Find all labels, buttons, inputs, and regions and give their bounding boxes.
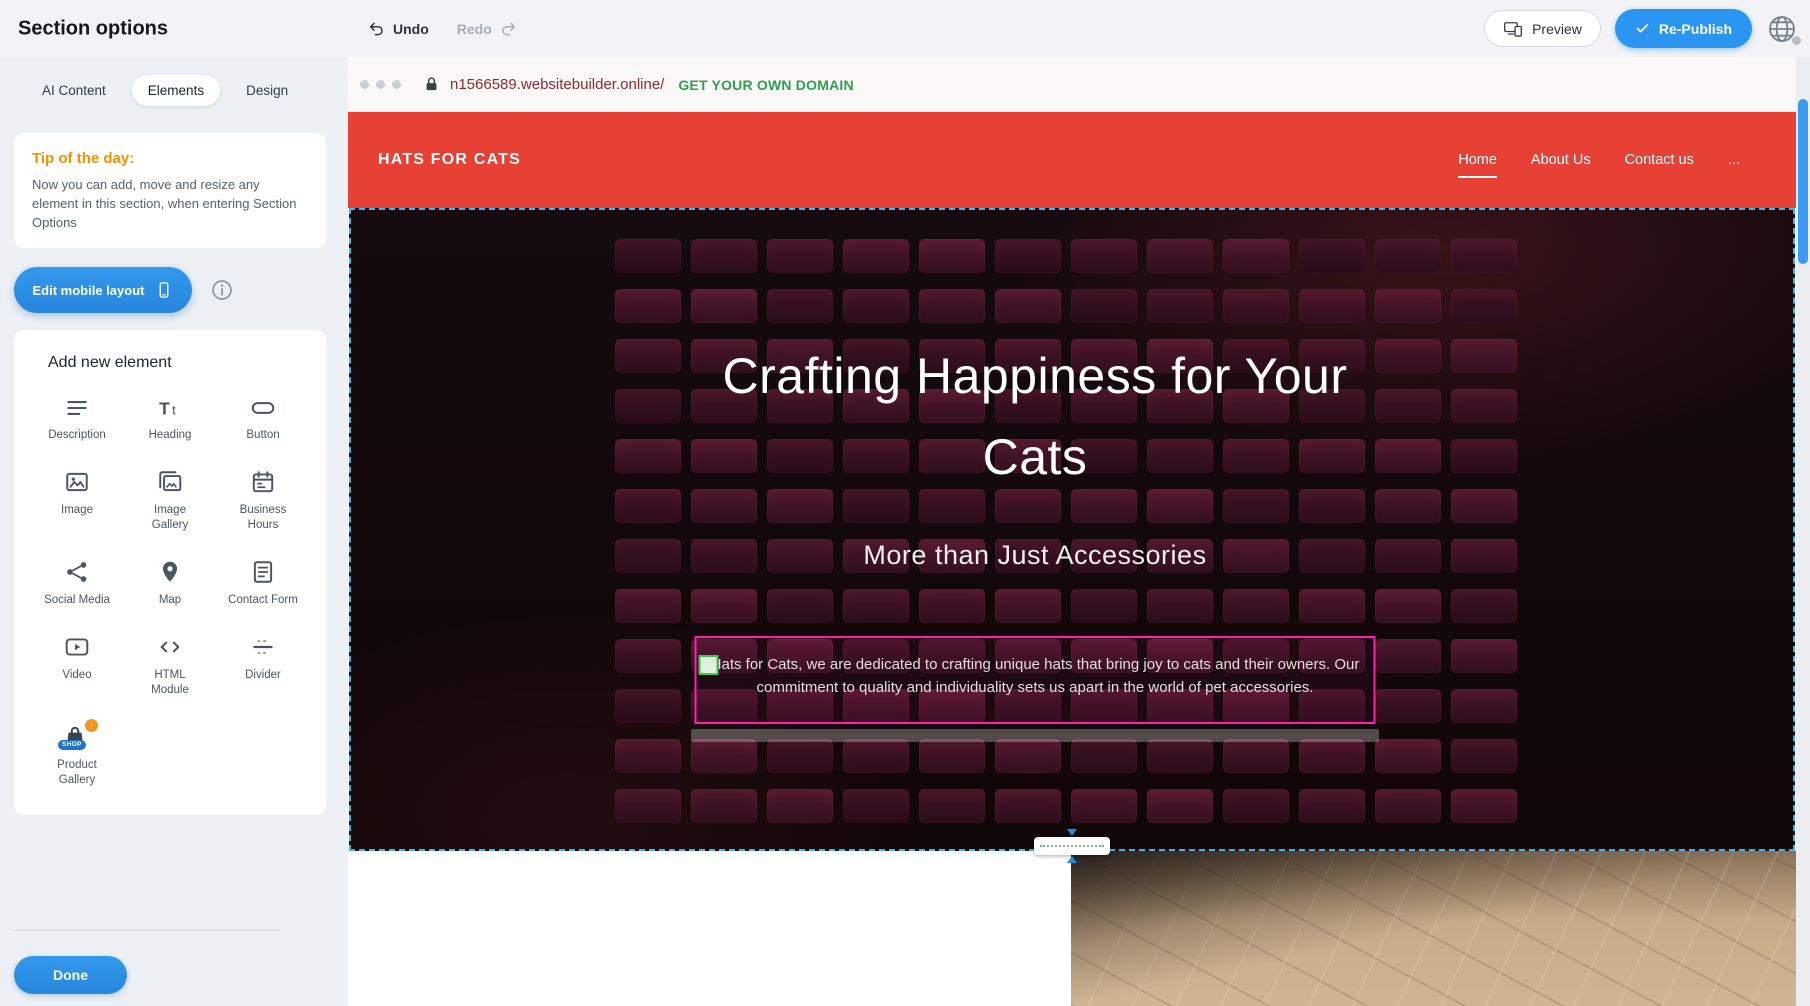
element-html-module[interactable]: HTML Module [124,634,217,698]
element-description[interactable]: Description [31,394,124,443]
svg-text:t: t [172,402,176,417]
add-new-element-panel: Add new element Description T t H [14,330,326,815]
element-video[interactable]: Video [31,634,124,698]
tab-design[interactable]: Design [230,75,304,106]
divider-icon [250,634,276,661]
image-icon [64,469,90,496]
edit-mobile-layout-button[interactable]: Edit mobile layout [14,267,192,313]
nav-contact-us[interactable]: Contact us [1625,152,1694,168]
tip-title: Tip of the day: [32,150,308,167]
nav-home[interactable]: Home [1458,152,1497,168]
svg-text:T: T [159,398,170,418]
section-resize-handle[interactable] [1034,829,1110,863]
social-media-icon [64,559,90,586]
hero-content: Crafting Happiness for Your Cats More th… [351,210,1719,849]
get-your-own-domain-link[interactable]: GET YOUR OWN DOMAIN [678,77,853,93]
browser-chrome-bar: n1566589.websitebuilder.online/ GET YOUR… [348,57,1796,112]
hero-subheadline[interactable]: More than Just Accessories [351,540,1719,571]
text-element-selected[interactable]: Hats for Cats, we are dedicated to craft… [695,636,1376,724]
site-header: HATS FOR CATS Home About Us Contact us .… [348,112,1796,208]
site-nav: Home About Us Contact us ... [1458,152,1740,168]
upgrade-badge: ↑ [85,719,98,732]
next-section [348,851,1796,1006]
resize-grip [1034,837,1110,855]
site-canvas: n1566589.websitebuilder.online/ GET YOUR… [348,57,1796,1006]
sidebar-divider [14,930,280,931]
redo-label: Redo [457,21,492,37]
app: Section options Undo Redo [0,0,1810,1006]
nav-more[interactable]: ... [1728,152,1740,168]
heading-icon: T t [157,394,183,421]
topbar: Section options Undo Redo [0,0,1810,57]
resize-arrow-up-icon [1067,856,1077,863]
redo-icon [499,20,517,38]
tip-body: Now you can add, move and resize any ele… [32,176,308,233]
hero-headline[interactable]: Crafting Happiness for Your Cats [715,336,1355,498]
tab-elements[interactable]: Elements [132,75,220,106]
drop-indicator [691,729,1379,742]
preview-label: Preview [1532,21,1582,37]
sidebar: AI Content Elements Design Tip of the da… [0,57,348,1006]
undo-redo-group: Undo Redo [368,0,517,57]
element-social-media[interactable]: Social Media [31,559,124,608]
element-drag-handle[interactable] [699,655,719,675]
element-grid: Description T t Heading Button [28,394,312,788]
site-logo[interactable]: HATS FOR CATS [378,151,521,169]
description-icon [64,394,90,421]
check-icon [1635,21,1650,36]
window-dots [360,80,401,89]
image-gallery-icon [157,469,183,496]
button-icon [250,394,276,421]
pavement-photo [1071,851,1796,1006]
page-title: Section options [18,17,168,40]
element-product-gallery[interactable]: SHOP ↑ Product Gallery [31,724,124,788]
language-globe-icon[interactable] [1766,13,1798,45]
element-heading[interactable]: T t Heading [124,394,217,443]
html-module-icon [157,634,183,661]
undo-button[interactable]: Undo [368,20,429,38]
undo-label: Undo [393,21,429,37]
element-button[interactable]: Button [217,394,310,443]
info-icon[interactable] [210,278,234,302]
shop-badge: SHOP [58,740,86,750]
element-divider[interactable]: Divider [217,634,310,698]
element-image-gallery[interactable]: Image Gallery [124,469,217,533]
undo-icon [368,20,386,38]
nav-about-us[interactable]: About Us [1531,152,1591,168]
redo-button[interactable]: Redo [457,20,517,38]
globe-badge [1792,36,1801,45]
lock-icon [423,76,440,93]
tab-ai-content[interactable]: AI Content [26,75,122,106]
product-gallery-icon: SHOP ↑ [62,724,92,751]
phone-icon [155,281,173,299]
scrollbar-thumb[interactable] [1798,99,1808,264]
done-button[interactable]: Done [14,956,127,994]
resize-arrow-down-icon [1067,829,1077,836]
business-hours-icon [250,469,276,496]
edit-mobile-label: Edit mobile layout [33,283,145,298]
scrollbar-track [1796,57,1810,1006]
element-contact-form[interactable]: Contact Form [217,559,310,608]
hero-body-text: Hats for Cats, we are dedicated to craft… [697,638,1374,700]
tip-of-the-day-card: Tip of the day: Now you can add, move an… [14,133,326,248]
republish-label: Re-Publish [1659,21,1732,37]
preview-button[interactable]: Preview [1484,10,1601,47]
sidebar-tabs: AI Content Elements Design [26,75,304,106]
element-business-hours[interactable]: Business Hours [217,469,310,533]
hero-section-selected[interactable]: Crafting Happiness for Your Cats More th… [349,208,1795,851]
republish-button[interactable]: Re-Publish [1615,9,1752,48]
map-pin-icon [157,559,183,586]
devices-icon [1503,19,1523,39]
element-image[interactable]: Image [31,469,124,533]
topbar-actions: Preview Re-Publish [1484,0,1798,57]
element-map[interactable]: Map [124,559,217,608]
site-url: n1566589.websitebuilder.online/ [450,76,664,93]
contact-form-icon [250,559,276,586]
add-element-title: Add new element [48,354,312,372]
video-icon [64,634,90,661]
